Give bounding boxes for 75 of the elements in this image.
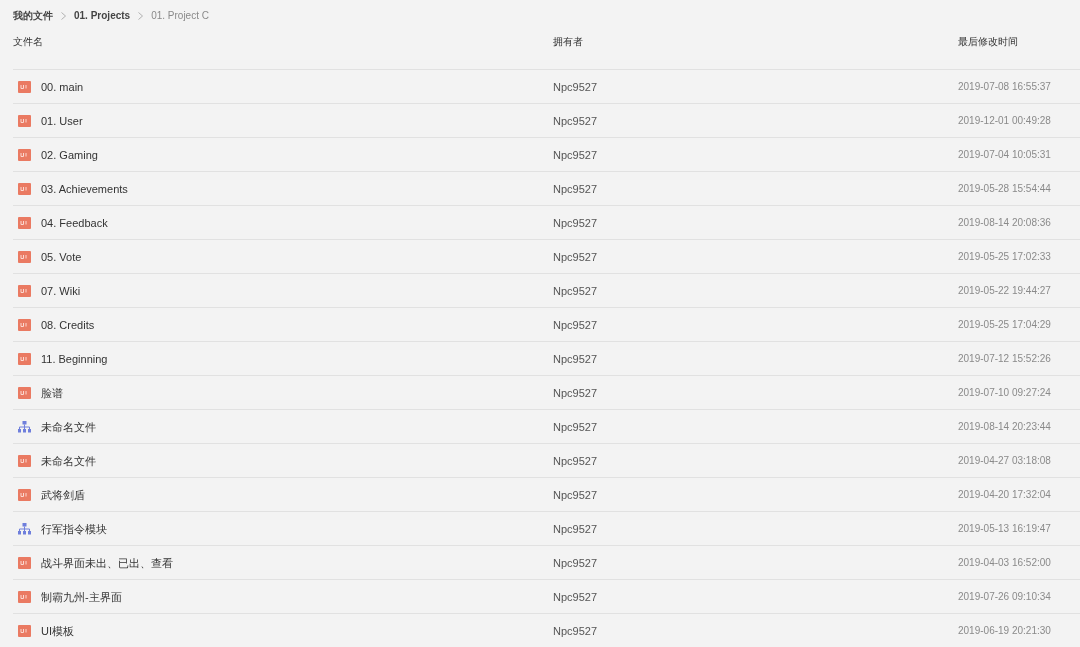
hierarchy-icon	[18, 420, 31, 433]
owner-name: Npc9527	[553, 147, 598, 162]
ui-file-icon	[18, 216, 31, 229]
file-name[interactable]: UI模板	[41, 623, 74, 638]
chevron-icon	[61, 11, 66, 20]
owner-name: Npc9527	[553, 283, 598, 298]
file-name[interactable]: 04. Feedback	[41, 215, 108, 230]
modified-time: 2019-05-25 17:04:29	[958, 317, 1051, 332]
file-name[interactable]: 未命名文件	[41, 453, 96, 468]
ui-file-icon	[18, 624, 31, 637]
modified-time: 2019-07-10 09:27:24	[958, 385, 1051, 400]
owner-name: Npc9527	[553, 351, 598, 366]
breadcrumb-link[interactable]: 01. Projects	[74, 8, 131, 23]
ui-file-icon	[18, 80, 31, 93]
breadcrumb-link[interactable]: 我的文件	[13, 8, 53, 23]
modified-time: 2019-07-04 10:05:31	[958, 147, 1051, 162]
file-name[interactable]: 03. Achievements	[41, 181, 128, 196]
ui-file-icon	[18, 182, 31, 195]
column-header: 文件名	[13, 35, 43, 49]
file-name[interactable]: 02. Gaming	[41, 147, 98, 162]
owner-name: Npc9527	[553, 453, 598, 468]
modified-time: 2019-08-14 20:08:36	[958, 215, 1051, 230]
owner-name: Npc9527	[553, 419, 598, 434]
modified-time: 2019-04-03 16:52:00	[958, 555, 1051, 570]
owner-name: Npc9527	[553, 79, 598, 94]
ui-file-icon	[18, 488, 31, 501]
ui-file-icon	[18, 590, 31, 603]
chevron-icon	[138, 11, 144, 20]
file-name[interactable]: 制霸九州-主界面	[41, 589, 122, 604]
modified-time: 2019-05-13 16:19:47	[958, 521, 1051, 536]
modified-time: 2019-04-20 17:32:04	[958, 487, 1051, 502]
file-name[interactable]: 05. Vote	[41, 249, 82, 264]
ui-file-icon	[18, 556, 31, 569]
owner-name: Npc9527	[553, 249, 598, 264]
owner-name: Npc9527	[553, 589, 598, 604]
owner-name: Npc9527	[553, 623, 598, 638]
file-name[interactable]: 武将剑盾	[41, 487, 85, 502]
ui-file-icon	[18, 114, 31, 127]
modified-time: 2019-07-12 15:52:26	[958, 351, 1051, 366]
owner-name: Npc9527	[553, 385, 598, 400]
ui-file-icon	[18, 284, 31, 297]
file-name[interactable]: 07. Wiki	[41, 283, 81, 298]
owner-name: Npc9527	[553, 487, 598, 502]
owner-name: Npc9527	[553, 521, 598, 536]
column-header: 最后修改时间	[958, 35, 1018, 49]
column-header: 拥有者	[553, 35, 583, 49]
modified-time: 2019-05-28 15:54:44	[958, 181, 1051, 196]
modified-time: 2019-12-01 00:49:28	[958, 113, 1051, 128]
file-name[interactable]: 行军指令模块	[41, 521, 107, 536]
owner-name: Npc9527	[553, 113, 598, 128]
ui-file-icon	[18, 352, 31, 365]
ui-file-icon	[18, 318, 31, 331]
ui-file-icon	[18, 454, 31, 467]
ui-file-icon	[18, 386, 31, 399]
file-name[interactable]: 08. Credits	[41, 317, 95, 332]
file-name[interactable]: 未命名文件	[41, 419, 96, 434]
modified-time: 2019-05-25 17:02:33	[958, 249, 1051, 264]
modified-time: 2019-04-27 03:18:08	[958, 453, 1051, 468]
modified-time: 2019-05-22 19:44:27	[958, 283, 1051, 298]
file-name[interactable]: 脸谱	[41, 385, 63, 400]
owner-name: Npc9527	[553, 181, 598, 196]
modified-time: 2019-07-08 16:55:37	[958, 79, 1051, 94]
owner-name: Npc9527	[553, 317, 598, 332]
file-name[interactable]: 11. Beginning	[41, 351, 108, 366]
modified-time: 2019-08-14 20:23:44	[958, 419, 1051, 434]
file-name[interactable]: 战斗界面未出、已出、查看	[41, 555, 173, 570]
modified-time: 2019-06-19 20:21:30	[958, 623, 1051, 638]
ui-file-icon	[18, 250, 31, 263]
modified-time: 2019-07-26 09:10:34	[958, 589, 1051, 604]
file-name[interactable]: 01. User	[41, 113, 83, 128]
hierarchy-icon	[18, 522, 31, 535]
ui-file-icon	[18, 148, 31, 161]
file-name[interactable]: 00. main	[41, 79, 84, 94]
owner-name: Npc9527	[553, 215, 598, 230]
owner-name: Npc9527	[553, 555, 598, 570]
